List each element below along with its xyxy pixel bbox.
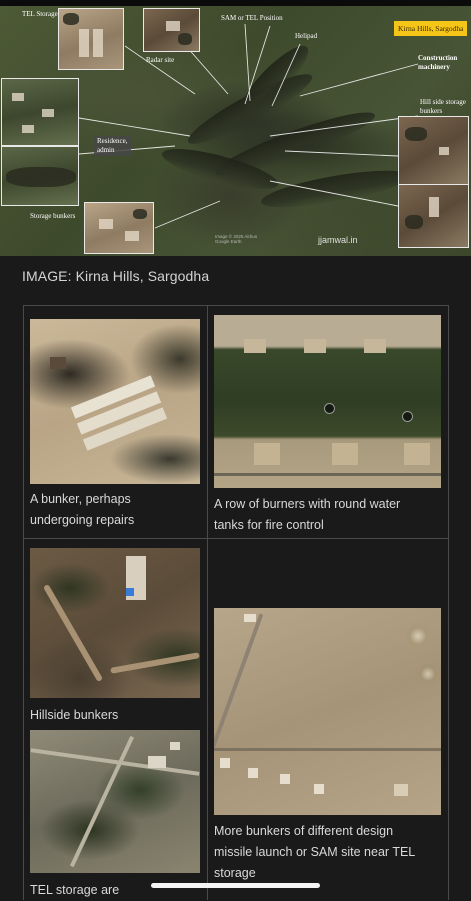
inset-storage-bunkers[interactable] [84, 202, 154, 254]
label-hill-bunkers: Hill side storage bunkers [420, 98, 466, 115]
caption-tel-storage: TEL storage are [30, 883, 120, 897]
grid-line [448, 305, 449, 900]
home-indicator[interactable] [151, 883, 320, 888]
photo-burners-row[interactable] [214, 315, 441, 488]
label-construction: Construction machinery [418, 54, 458, 71]
grid-line [23, 538, 449, 539]
label-residence: Residence, admin [94, 136, 131, 156]
inset-tel-storage[interactable] [58, 8, 124, 70]
inset-residence-2[interactable] [1, 146, 79, 206]
photo-hillside-bunkers[interactable] [30, 548, 200, 698]
hero-satellite-image[interactable]: TEL Storage SAM or TEL Position Radar si… [0, 6, 471, 256]
image-gallery: A bunker, perhaps undergoing repairs A r… [23, 305, 449, 900]
photo-tel-storage[interactable] [30, 730, 200, 873]
photo-bunker-repairs[interactable] [30, 319, 200, 484]
caption-sam-site: More bunkers of different design missile… [214, 824, 416, 880]
watermark: jjamwal.in [318, 235, 358, 245]
grid-line [207, 305, 208, 900]
image-caption: IMAGE: Kirna Hills, Sargodha [22, 268, 210, 284]
caption-burners-row: A row of burners with round water tanks … [214, 497, 401, 532]
hero-title-badge: Kirna Hills, Sargodha [394, 21, 468, 36]
caption-bunker-repairs: A bunker, perhaps undergoing repairs [30, 492, 135, 527]
caption-hillside-bunkers: Hillside bunkers [30, 708, 119, 722]
imagery-credit: Image © 2025 Airbus Google Earth [215, 234, 258, 244]
label-helipad: Helipad [295, 32, 318, 40]
inset-residence-1[interactable] [1, 78, 79, 146]
label-tel-storage: TEL Storage [22, 10, 58, 18]
label-sam-tel: SAM or TEL Position [221, 14, 283, 22]
photo-sam-site[interactable] [214, 608, 441, 815]
inset-sam-tel[interactable] [143, 8, 200, 52]
grid-line [23, 305, 449, 306]
label-radar-site: Radar site [146, 56, 175, 64]
inset-construction[interactable] [398, 184, 469, 248]
inset-hill-bunkers[interactable] [398, 116, 469, 186]
label-storage-bunkers: Storage bunkers [30, 212, 76, 220]
grid-line [23, 305, 24, 900]
